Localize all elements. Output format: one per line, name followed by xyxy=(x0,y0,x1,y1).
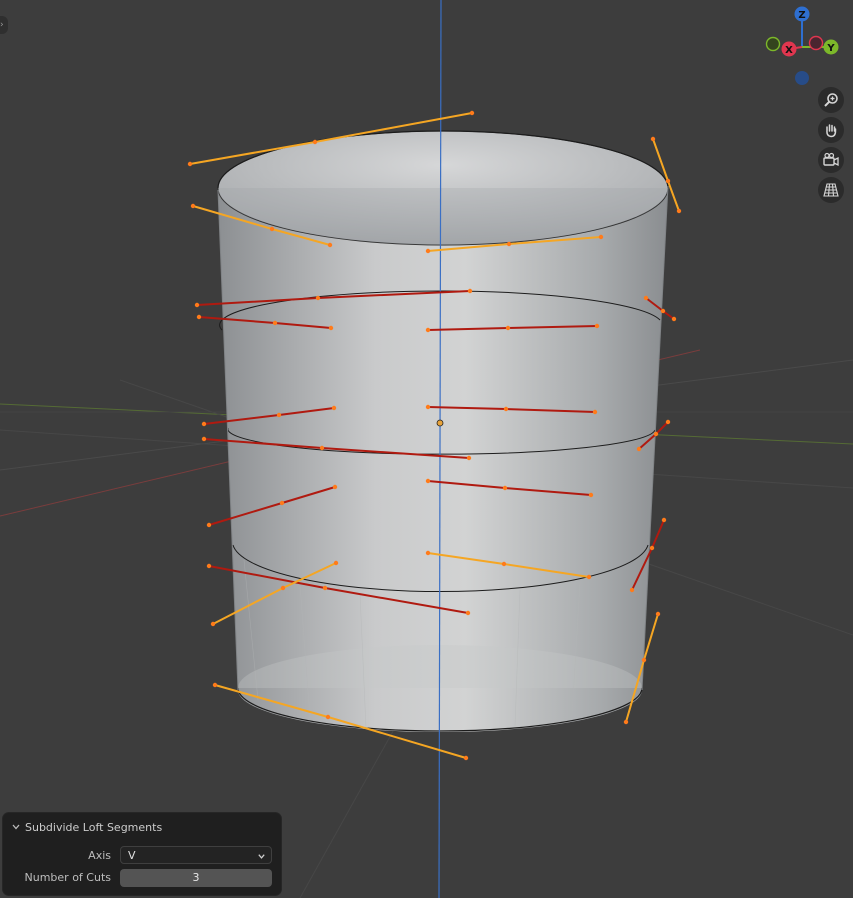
3d-viewport[interactable]: Z X Y xyxy=(0,0,853,898)
navigation-gizmo[interactable]: Z X Y xyxy=(765,6,839,86)
gizmo-neg-x[interactable] xyxy=(808,35,824,51)
operator-panel-title: Subdivide Loft Segments xyxy=(25,820,163,834)
axis-label: Axis xyxy=(88,849,111,862)
gizmo-x-label: X xyxy=(785,45,793,56)
gizmo-neg-z[interactable] xyxy=(795,71,809,85)
pan-button[interactable] xyxy=(818,117,844,143)
axis-value: V xyxy=(128,849,136,862)
hand-pan-icon xyxy=(826,124,837,138)
cylinder-mesh[interactable] xyxy=(217,130,669,732)
gizmo-z-label: Z xyxy=(798,10,805,21)
gizmo-y-label: Y xyxy=(826,43,835,54)
chevron-down-icon xyxy=(12,824,20,830)
chevron-down-icon xyxy=(258,854,265,859)
number-of-cuts-field[interactable]: 3 xyxy=(120,869,272,887)
camera-view-button[interactable] xyxy=(818,147,844,173)
perspective-toggle-button[interactable] xyxy=(818,177,844,203)
object-origin xyxy=(436,419,444,427)
operator-panel[interactable]: Subdivide Loft Segments Axis V Number of… xyxy=(3,813,281,895)
operator-panel-header[interactable]: Subdivide Loft Segments xyxy=(11,819,162,835)
camera-icon xyxy=(823,152,839,167)
zoom-icon xyxy=(824,93,838,107)
perspective-grid-icon xyxy=(823,183,839,197)
axis-dropdown[interactable]: V xyxy=(120,846,272,864)
number-of-cuts-label: Number of Cuts xyxy=(24,871,111,884)
zoom-button[interactable] xyxy=(818,87,844,113)
gizmo-neg-y[interactable] xyxy=(765,36,781,52)
toolbar-expand-tab[interactable]: › xyxy=(0,16,8,34)
